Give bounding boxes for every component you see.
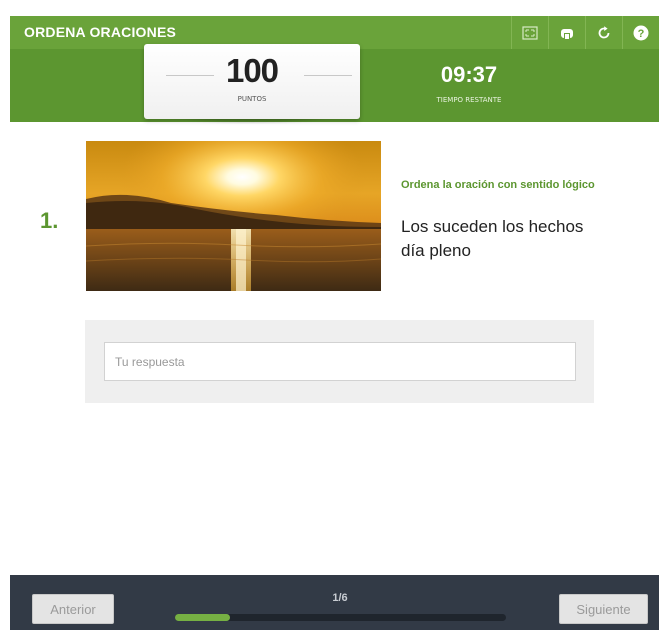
score-label: PUNTOS xyxy=(237,95,267,103)
restart-icon xyxy=(598,25,610,38)
page-counter: 1/6 xyxy=(332,592,348,604)
next-button[interactable]: Siguiente xyxy=(559,594,648,624)
score-card: 100 PUNTOS xyxy=(144,44,360,119)
previous-button[interactable]: Anterior xyxy=(32,594,114,624)
svg-text:?: ? xyxy=(638,28,645,40)
help-button[interactable]: ? xyxy=(622,16,659,49)
help-icon: ? xyxy=(633,25,649,40)
restart-button[interactable] xyxy=(585,16,622,49)
app-title: ORDENA ORACIONES xyxy=(24,24,177,40)
timer-value: 09:37 xyxy=(440,62,498,87)
progress-bar xyxy=(175,614,506,621)
timer-label: TIEMPO RESTANTE xyxy=(436,96,502,104)
question-instruction: Ordena la oración con sentido lógico xyxy=(401,179,595,191)
toolbar: ? xyxy=(511,16,659,49)
answer-input[interactable] xyxy=(104,342,576,381)
fullscreen-icon xyxy=(522,25,538,40)
print-icon xyxy=(561,28,573,39)
question-image xyxy=(86,141,381,291)
app-window: ORDENA ORACIONES ? 100 PUNTOS 09:37 TIEM… xyxy=(0,0,659,630)
progress-fill xyxy=(175,614,231,621)
fullscreen-button[interactable] xyxy=(511,16,548,49)
print-button[interactable] xyxy=(548,16,585,49)
score-value: 100 xyxy=(225,52,279,89)
answer-panel xyxy=(85,320,594,403)
question-number: 1. xyxy=(40,208,59,233)
footer-bar: Anterior 1/6 Siguiente xyxy=(10,575,659,630)
scrambled-sentence: Los suceden los hechos día pleno xyxy=(401,217,584,260)
